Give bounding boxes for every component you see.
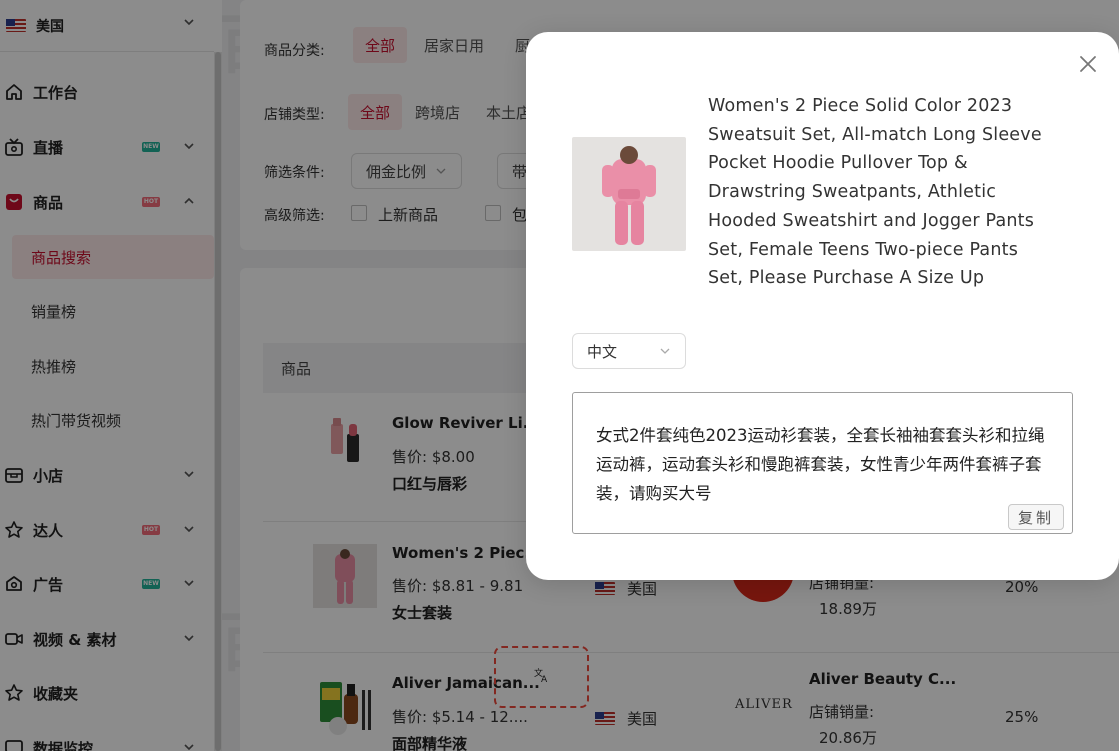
language-select[interactable]: 中文 (572, 333, 686, 369)
copy-button[interactable]: 复制 (1008, 504, 1064, 530)
chevron-down-icon (659, 345, 671, 360)
product-title-original: Women's 2 Piece Solid Color 2023 Sweatsu… (708, 96, 1042, 289)
product-image (572, 137, 686, 251)
translation-dialog: Women's 2 Piece Solid Color 2023 Sweatsu… (526, 32, 1119, 580)
translation-textarea[interactable]: 女式2件套纯色2023运动衫套装，全套长袖袖套套头衫和拉绳运动裤，运动套头衫和慢… (572, 392, 1073, 534)
close-button[interactable] (1076, 52, 1100, 76)
language-value: 中文 (587, 342, 618, 361)
close-icon (1080, 56, 1096, 72)
